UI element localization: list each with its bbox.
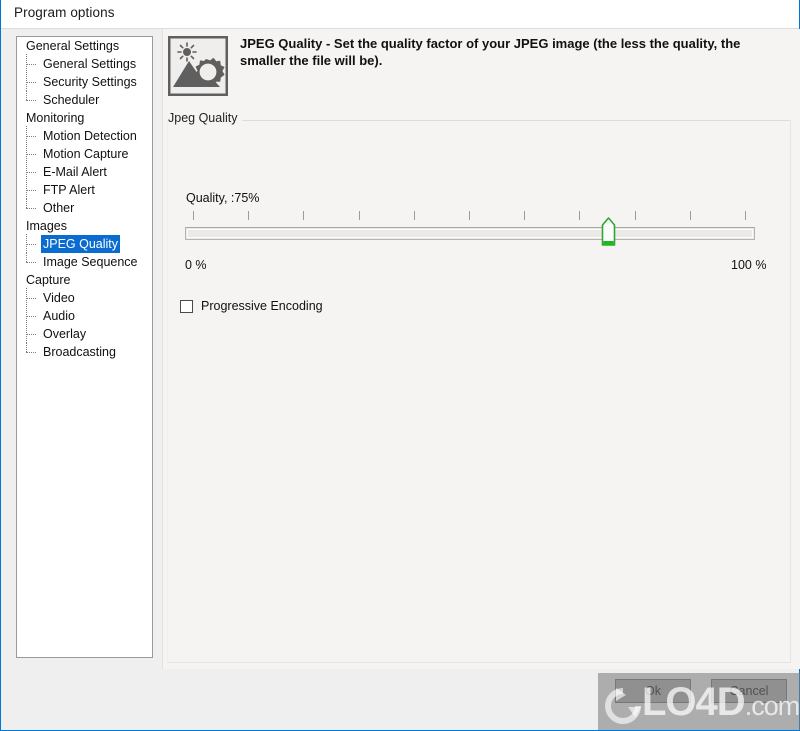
jpeg-quality-group: Jpeg Quality Quality, :75% 0 % 100 % Pro… [165,111,795,663]
tree-connector-icon [26,72,40,91]
tree-connector-icon [26,252,40,271]
tree-item-label: Images [26,219,67,233]
slider-tick [579,211,580,220]
tree-connector-icon [26,234,40,253]
tree-item-general-settings[interactable]: General Settings [17,37,152,55]
tree-connector-icon [26,54,40,73]
title-bar: Program options [1,0,799,29]
tree-connector-icon [26,126,40,145]
tree-item-images[interactable]: Images [17,217,152,235]
slider-track[interactable] [185,227,755,240]
tree-item-label: JPEG Quality [41,235,121,253]
slider-thumb[interactable] [601,217,616,246]
tree-item-ftp-alert[interactable]: FTP Alert [17,180,152,199]
slider-tick [193,211,194,220]
tree-item-label: General Settings [26,39,120,53]
tree-item-capture[interactable]: Capture [17,271,152,289]
tree-item-label: Other [43,201,75,215]
tree-connector-icon [26,306,40,325]
tree-item-label: E-Mail Alert [43,165,107,179]
progressive-encoding-checkbox[interactable] [180,299,193,313]
content-pane: JPEG Quality - Set the quality factor of… [162,29,800,669]
settings-tree[interactable]: General Settings General Settings Security… [16,36,153,658]
tree-item-label: Image Sequence [43,255,138,269]
progressive-encoding-label: Progressive Encoding [201,299,323,313]
tree-item-image-sequence[interactable]: Image Sequence [17,252,152,271]
tree-item-label: Overlay [43,327,87,341]
slider-tick [414,211,415,220]
tree-item-audio[interactable]: Audio [17,306,152,325]
cancel-button[interactable]: Cancel [711,679,787,703]
tree-connector-icon [26,90,40,109]
tree-item-broadcasting[interactable]: Broadcasting [17,342,152,361]
progressive-encoding-row[interactable]: Progressive Encoding [180,297,323,315]
slider-tick [524,211,525,220]
slider-tick [469,211,470,220]
tree-item-e-mail-alert[interactable]: E-Mail Alert [17,162,152,181]
page-description: JPEG Quality - Set the quality factor of… [240,36,741,68]
tree-connector-icon [26,144,40,163]
tree-item-label: Audio [43,309,75,323]
tree-item-label: Video [43,291,75,305]
tree-item-label: FTP Alert [43,183,95,197]
tree-item-motion-detection[interactable]: Motion Detection [17,126,152,145]
tree-item-label: General Settings [43,57,137,71]
tree-connector-icon [26,198,40,217]
tree-item-label: Security Settings [43,75,137,89]
tree-connector-icon [26,288,40,307]
group-body [167,120,791,663]
slider-tick [690,211,691,220]
group-label: Jpeg Quality [168,111,243,125]
tree-item-other[interactable]: Other [17,198,152,217]
slider-tick [303,211,304,220]
tree-item-label: Broadcasting [43,345,116,359]
tree-item-general-settings[interactable]: General Settings [17,54,152,73]
tree-item-label: Scheduler [43,93,100,107]
tree-item-security-settings[interactable]: Security Settings [17,72,152,91]
quality-slider[interactable] [185,211,757,251]
slider-max-label: 100 % [731,258,767,272]
tree-item-monitoring[interactable]: Monitoring [17,109,152,127]
quality-value-label: Quality, :75% [186,191,260,205]
tree-item-label: Motion Detection [43,129,137,143]
tree-item-video[interactable]: Video [17,288,152,307]
slider-tick [745,211,746,220]
tree-item-label: Capture [26,273,71,287]
slider-tick [359,211,360,220]
slider-min-label: 0 % [185,258,207,272]
slider-ticks [185,211,757,220]
program-options-window: Program options General Settings General … [0,0,800,731]
window-title: Program options [14,5,115,20]
tree-item-overlay[interactable]: Overlay [17,324,152,343]
ok-button[interactable]: Ok [615,679,691,703]
tree-item-scheduler[interactable]: Scheduler [17,90,152,109]
slider-tick [635,211,636,220]
tree-connector-icon [26,342,40,361]
image-settings-icon [167,35,229,97]
tree-connector-icon [26,180,40,199]
tree-item-motion-capture[interactable]: Motion Capture [17,144,152,163]
tree-item-jpeg-quality[interactable]: JPEG Quality [17,234,152,253]
slider-tick [248,211,249,220]
tree-item-label: Monitoring [26,111,85,125]
tree-item-label: Motion Capture [43,147,129,161]
tree-connector-icon [26,162,40,181]
tree-connector-icon [26,324,40,343]
